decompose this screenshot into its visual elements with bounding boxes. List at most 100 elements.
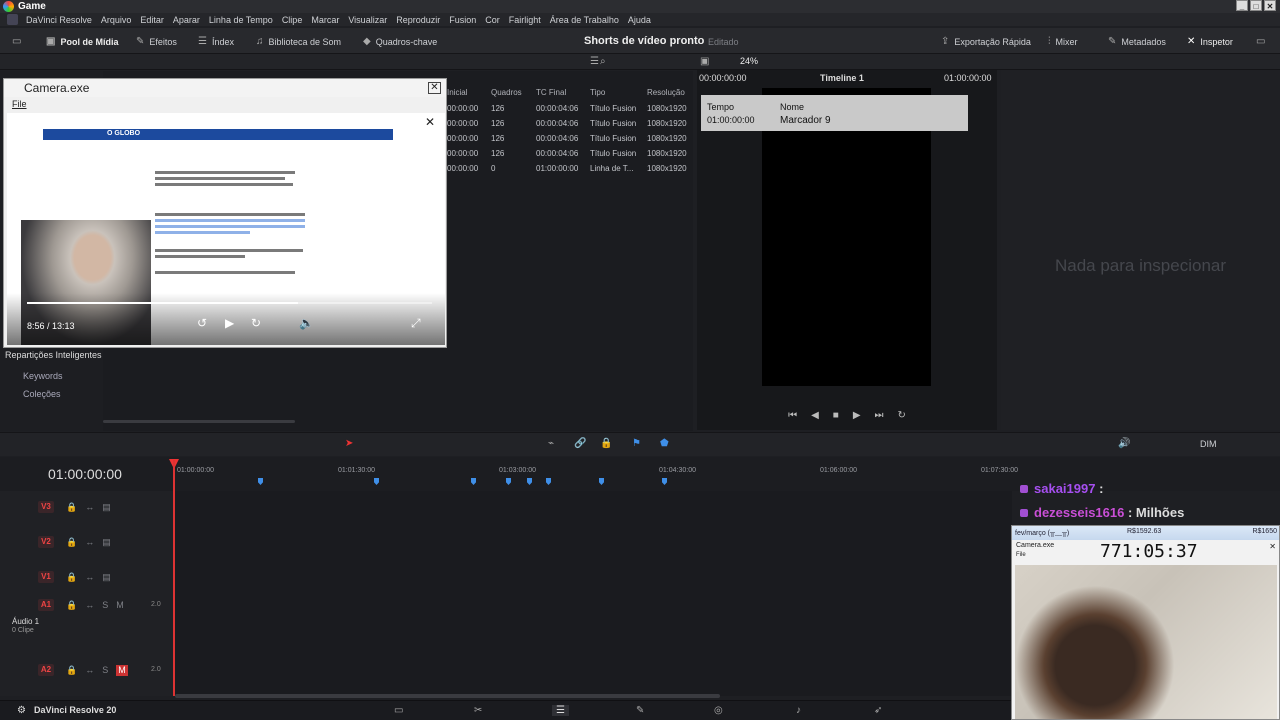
forward-icon[interactable]: ↻ xyxy=(251,316,261,330)
inspector-button[interactable]: ✕ Inspetor xyxy=(1187,36,1233,47)
menu-fairlight[interactable]: Fairlight xyxy=(509,15,541,25)
track-controls[interactable]: 🔒 ↔ S M xyxy=(66,600,124,611)
camera-close-button[interactable]: ✕ xyxy=(428,82,441,94)
fullscreen-icon[interactable]: ⤢ xyxy=(411,316,421,331)
camera-video[interactable]: O GLOBO 8:56 / 13:13 ↺ ▶ ↻ 🔈 ⤢ ✕ xyxy=(7,113,445,345)
maximize-button[interactable]: □ xyxy=(1250,0,1262,11)
menu-clipe[interactable]: Clipe xyxy=(282,15,303,25)
deliver-page-icon[interactable]: ➶ xyxy=(874,705,882,716)
viewer-canvas[interactable] xyxy=(762,88,931,386)
media-pool-button[interactable]: ▣ Pool de Mídia xyxy=(46,36,118,47)
media-page-icon[interactable]: ▭ xyxy=(394,705,403,716)
track-controls[interactable]: 🔒 ↔ ▤ xyxy=(66,572,111,583)
audio-level-icon[interactable]: 🔊 xyxy=(1118,438,1130,449)
zoom-dropdown[interactable]: 24% xyxy=(740,56,758,66)
effects-button[interactable]: ✎ Efeitos xyxy=(136,36,177,47)
col-quadros[interactable]: Quadros xyxy=(491,88,536,100)
cell: 126 xyxy=(491,149,505,158)
flag-icon[interactable]: ⚑ xyxy=(632,438,641,449)
quick-export-button[interactable]: ⇪ Exportação Rápida xyxy=(941,36,1031,47)
col-resolucao[interactable]: Resolução xyxy=(647,88,697,100)
minimize-button[interactable]: _ xyxy=(1236,0,1248,11)
menu-linha-de-tempo[interactable]: Linha de Tempo xyxy=(209,15,273,25)
selection-tool-icon[interactable]: ➤ xyxy=(345,438,353,449)
table-row[interactable]: 00:00:00 126 00:00:04:06 Título Fusion 1080x… xyxy=(447,149,697,158)
volume-icon[interactable]: 🔈 xyxy=(299,316,314,330)
popup-close-icon[interactable]: ✕ xyxy=(425,115,435,129)
cut-page-icon[interactable]: ✂ xyxy=(474,705,482,716)
link-icon[interactable]: 🔗 xyxy=(574,438,586,449)
col-inicial[interactable]: Inicial xyxy=(447,88,491,100)
smart-bin-keywords[interactable]: Keywords xyxy=(23,371,63,381)
marker-icon[interactable]: ⬟ xyxy=(660,438,669,449)
menu-area-de-trabalho[interactable]: Área de Trabalho xyxy=(550,15,619,25)
menu-marcar[interactable]: Marcar xyxy=(311,15,339,25)
mixer-button[interactable]: ⫶ Mixer xyxy=(1048,36,1078,47)
table-row[interactable]: 00:00:00 126 00:00:04:06 Título Fusion 1080x… xyxy=(447,104,697,113)
track-a1[interactable]: A1 xyxy=(38,599,54,611)
go-to-start-icon[interactable]: ⏮ xyxy=(788,410,797,421)
video-play-icon[interactable]: ▶ xyxy=(225,316,234,330)
menu-arquivo[interactable]: Arquivo xyxy=(101,15,132,25)
play-icon[interactable]: ▶ xyxy=(853,410,861,421)
menu-ajuda[interactable]: Ajuda xyxy=(628,15,651,25)
menu-visualizar[interactable]: Visualizar xyxy=(348,15,387,25)
table-row[interactable]: 00:00:00 126 00:00:04:06 Título Fusion 1080x… xyxy=(447,119,697,128)
cell: 0 xyxy=(491,164,496,173)
newspaper-logo: O GLOBO xyxy=(107,130,141,137)
media-scrollbar[interactable] xyxy=(103,420,295,423)
track-a2[interactable]: A2 xyxy=(38,664,54,676)
timeline-scrollbar[interactable] xyxy=(175,694,720,698)
ruler-tick: 01:06:00:00 xyxy=(820,467,857,474)
track-controls[interactable]: 🔒 ↔ ▤ xyxy=(66,537,111,548)
menu-davinci[interactable]: DaVinci Resolve xyxy=(26,15,92,25)
close-button[interactable]: ✕ xyxy=(1264,0,1276,11)
lock-icon[interactable]: 🔒 xyxy=(600,438,612,449)
stream-countdown: 771:05:37 xyxy=(1100,541,1198,562)
menu-aparar[interactable]: Aparar xyxy=(173,15,200,25)
menu-fusion[interactable]: Fusion xyxy=(449,15,476,25)
fusion-page-icon[interactable]: ✎ xyxy=(636,705,644,716)
menu-reproduzir[interactable]: Reproduzir xyxy=(396,15,440,25)
viewer-layout-icon[interactable]: ▣ xyxy=(700,56,709,67)
list-view-icon[interactable]: ☰ xyxy=(590,56,599,67)
sound-library-button[interactable]: ♫ Biblioteca de Som xyxy=(256,36,341,47)
color-page-icon[interactable]: ◎ xyxy=(714,705,723,716)
fullscreen-icon[interactable]: ▭ xyxy=(1256,36,1265,47)
rewind-icon[interactable]: ↺ xyxy=(197,316,207,330)
track-v2[interactable]: V2 xyxy=(38,536,54,548)
track-controls[interactable]: 🔒 ↔ ▤ xyxy=(66,502,111,513)
camera-window[interactable]: Camera.exe ✕ File O GLOBO 8:56 / 13:13 ↺… xyxy=(3,78,447,348)
newspaper-header-bar xyxy=(43,129,393,140)
play-reverse-icon[interactable]: ◀ xyxy=(811,410,819,421)
track-controls[interactable]: 🔒 ↔ S M xyxy=(66,665,128,676)
goal-current: R$1592.63 xyxy=(1127,528,1162,535)
go-to-end-icon[interactable]: ⏭ xyxy=(875,410,884,421)
track-v3[interactable]: V3 xyxy=(38,501,54,513)
col-tipo[interactable]: Tipo xyxy=(590,88,647,100)
menu-cor[interactable]: Cor xyxy=(485,15,500,25)
dim-button[interactable]: DIM xyxy=(1200,439,1217,449)
timeline-ruler[interactable]: 01:00:00:00 01:01:30:00 01:03:00:00 01:0… xyxy=(175,467,1018,479)
camera-menu-file[interactable]: File xyxy=(12,99,27,109)
keyframes-button[interactable]: ◆ Quadros-chave xyxy=(363,36,437,47)
loop-icon[interactable]: ↻ xyxy=(898,410,906,421)
table-row[interactable]: 00:00:00 0 01:00:00:00 Linha de T... 1080x19… xyxy=(447,164,697,173)
menu-editar[interactable]: Editar xyxy=(140,15,164,25)
panel-layout-icon[interactable]: ▭ xyxy=(12,36,21,47)
metadata-button[interactable]: ✎ Metadados xyxy=(1108,36,1166,47)
cell: 1080x1920 xyxy=(647,149,687,158)
search-icon[interactable]: ⌕ xyxy=(600,56,606,67)
table-row[interactable]: 00:00:00 126 00:00:04:06 Título Fusion 1080x… xyxy=(447,134,697,143)
timeline-dropdown[interactable]: Timeline 1 xyxy=(820,73,864,83)
col-tc-final[interactable]: TC Final xyxy=(536,88,590,100)
stop-icon[interactable]: ■ xyxy=(833,410,839,421)
index-button[interactable]: ☰ Índex xyxy=(198,36,234,47)
edit-page-icon[interactable]: ☰ xyxy=(552,705,569,716)
snapping-icon[interactable]: ⌁ xyxy=(548,438,554,449)
fairlight-page-icon[interactable]: ♪ xyxy=(796,705,801,716)
keyframes-label: Quadros-chave xyxy=(375,36,438,47)
playhead[interactable] xyxy=(173,460,175,696)
track-v1[interactable]: V1 xyxy=(38,571,54,583)
smart-bin-collections[interactable]: Coleções xyxy=(23,389,61,399)
